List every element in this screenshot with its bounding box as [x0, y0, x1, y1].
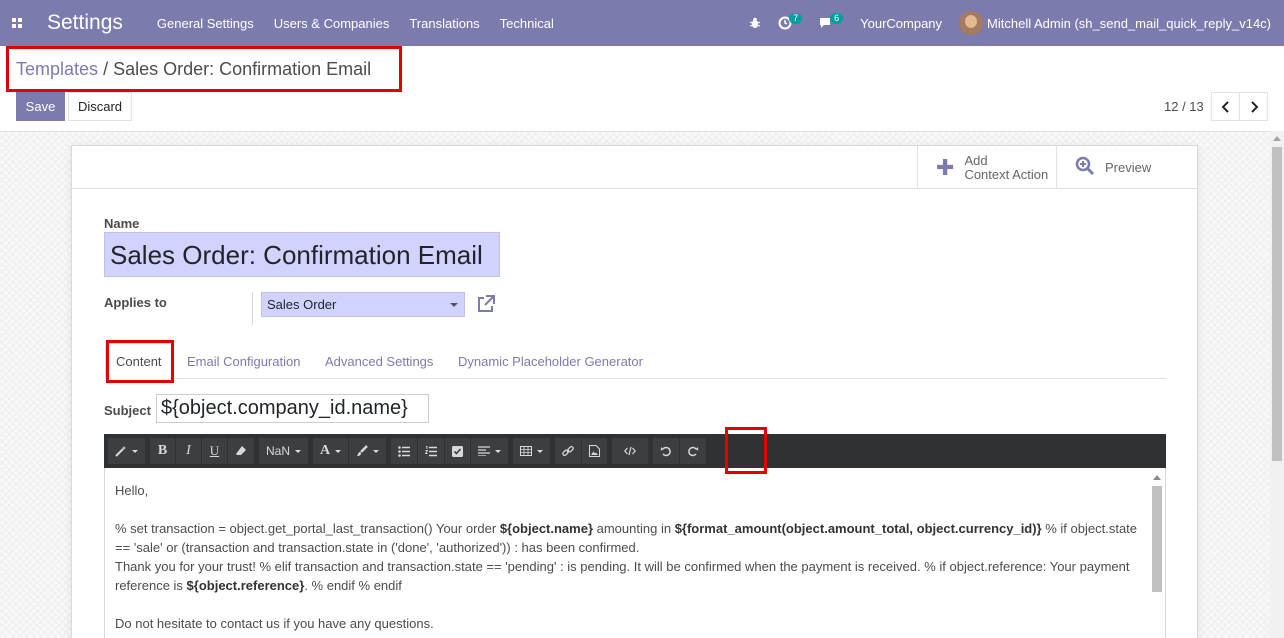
add-context-action-button[interactable]: ✚ Add Context Action: [917, 146, 1056, 189]
avatar[interactable]: [959, 11, 984, 35]
font-color-dropdown[interactable]: A: [313, 438, 350, 464]
body-html-editor[interactable]: Hello, % set transaction = object.get_po…: [104, 468, 1166, 638]
link-icon: [562, 445, 574, 457]
checkbox-icon: [452, 445, 464, 457]
activity-count-badge: 7: [789, 12, 803, 24]
add-context-line2: Context Action: [964, 166, 1049, 182]
subject-label: Subject: [104, 403, 151, 418]
app-title[interactable]: Settings: [47, 11, 123, 35]
activity-clock-icon[interactable]: 7: [778, 12, 803, 30]
zoom-in-icon: [1075, 156, 1095, 179]
eraser-button[interactable]: [228, 438, 255, 464]
scrollbar-thumb[interactable]: [1272, 147, 1282, 461]
highlight-box-code-view: [725, 427, 767, 474]
caret-down-icon: [450, 303, 458, 307]
font-size-dropdown[interactable]: NaN: [259, 438, 310, 464]
align-left-icon: [478, 446, 491, 456]
preview-label: Preview: [1105, 160, 1152, 175]
editor-toolbar: B I U NaN A: [104, 434, 1166, 468]
checklist-button[interactable]: [445, 438, 472, 464]
discard-button[interactable]: Discard: [68, 92, 132, 121]
link-button[interactable]: [555, 438, 583, 464]
menu-technical[interactable]: Technical: [500, 16, 554, 31]
bullet-list-icon: [398, 445, 411, 457]
apps-menu-icon[interactable]: [0, 0, 34, 46]
messages-chat-icon[interactable]: 6: [819, 12, 844, 29]
editor-scrollbar-thumb[interactable]: [1152, 486, 1162, 592]
page-scrollbar[interactable]: [1270, 131, 1284, 638]
external-link-icon[interactable]: [475, 293, 497, 315]
paintbrush-icon: [357, 445, 369, 456]
scroll-up-arrow-icon[interactable]: [1273, 136, 1281, 141]
table-dropdown[interactable]: [513, 438, 552, 464]
messages-count-badge: 6: [830, 12, 844, 24]
tab-email-configuration[interactable]: Email Configuration: [187, 343, 300, 379]
save-button[interactable]: Save: [16, 92, 65, 121]
redo-button[interactable]: [680, 438, 708, 464]
user-menu[interactable]: Mitchell Admin (sh_send_mail_quick_reply…: [987, 16, 1271, 31]
pager-value[interactable]: 12 / 13: [1164, 99, 1204, 114]
subject-field[interactable]: ${object.company_id.name}: [156, 394, 429, 423]
email-paragraph-2: Thank you for your trust! % elif transac…: [115, 559, 1130, 593]
chevron-left-icon: [1221, 100, 1229, 113]
menu-translations[interactable]: Translations: [409, 16, 479, 31]
image-file-icon: [589, 445, 601, 457]
systray: 7 6 YourCompany Mitchell Admin (sh_send_…: [749, 0, 1284, 46]
numbered-list-icon: [425, 445, 438, 456]
pager-next-button[interactable]: [1239, 92, 1268, 121]
numbered-list-button[interactable]: [418, 438, 446, 464]
underline-button[interactable]: U: [202, 438, 228, 464]
preview-button[interactable]: Preview: [1056, 146, 1197, 189]
smart-button-box: ✚ Add Context Action Preview: [72, 146, 1197, 189]
highlight-box-content-tab: [106, 340, 174, 383]
editor-scroll-up-icon[interactable]: [1153, 475, 1161, 480]
bold-button[interactable]: B: [150, 438, 176, 464]
notebook-tabs: Content Email Configuration Advanced Set…: [105, 343, 1167, 379]
image-button[interactable]: [582, 438, 609, 464]
highlight-box-breadcrumb: [6, 46, 402, 92]
pager-previous-button[interactable]: [1211, 92, 1240, 121]
editor-scrollbar[interactable]: [1151, 470, 1163, 638]
main-menu: General Settings Users & Companies Trans…: [157, 16, 574, 31]
menu-users-companies[interactable]: Users & Companies: [274, 16, 390, 31]
highlight-color-dropdown[interactable]: [349, 438, 388, 464]
redo-icon: [688, 446, 699, 457]
debug-bug-icon[interactable]: [749, 17, 761, 29]
applies-to-select[interactable]: Sales Order: [261, 292, 465, 317]
bullet-list-button[interactable]: [391, 438, 419, 464]
tab-dynamic-placeholder-generator[interactable]: Dynamic Placeholder Generator: [458, 343, 643, 379]
code-view-button[interactable]: [612, 438, 650, 464]
eraser-icon: [236, 446, 246, 455]
form-sheet: ✚ Add Context Action Preview Name Sales …: [71, 145, 1198, 638]
email-paragraph-1: % set transaction = object.get_portal_la…: [115, 521, 1138, 555]
email-closing: Do not hesitate to contact us if you hav…: [115, 616, 434, 631]
magic-wand-icon: [115, 446, 126, 457]
email-greeting: Hello,: [115, 483, 149, 498]
add-context-line1: Add: [964, 152, 988, 168]
font-size-value: NaN: [266, 444, 291, 458]
menu-general-settings[interactable]: General Settings: [157, 16, 254, 31]
company-switcher[interactable]: YourCompany: [860, 16, 942, 31]
chevron-right-icon: [1250, 100, 1258, 113]
code-icon: [624, 446, 637, 456]
applies-to-label: Applies to: [104, 295, 167, 310]
applies-to-value: Sales Order: [267, 297, 337, 312]
plus-icon: ✚: [936, 154, 955, 180]
italic-button[interactable]: I: [176, 438, 202, 464]
field-separator: [252, 292, 253, 325]
style-magic-wand-button[interactable]: [108, 438, 146, 464]
undo-icon: [660, 446, 671, 457]
tab-advanced-settings[interactable]: Advanced Settings: [325, 343, 433, 379]
name-label: Name: [104, 216, 140, 231]
table-icon: [520, 446, 533, 456]
paragraph-align-dropdown[interactable]: [471, 438, 510, 464]
top-navbar: Settings General Settings Users & Compan…: [0, 0, 1284, 46]
font-color-icon: A: [320, 443, 331, 458]
name-field[interactable]: Sales Order: Confirmation Email: [104, 232, 500, 277]
undo-button[interactable]: [653, 438, 681, 464]
